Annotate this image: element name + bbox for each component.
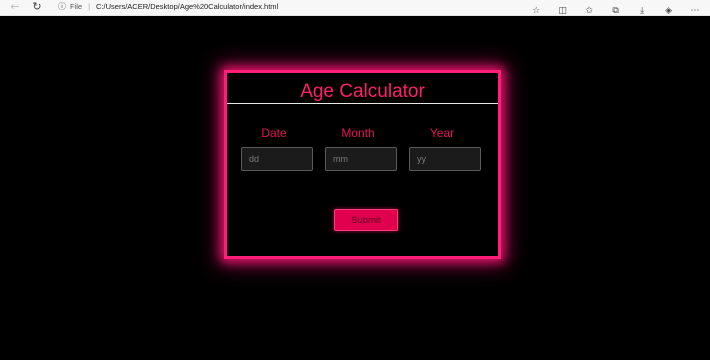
age-calculator-card: Age Calculator Date Month Year Submit xyxy=(224,70,501,259)
info-icon[interactable]: ⓘ xyxy=(58,2,66,11)
browser-toolbar: ← ↻ ⓘ File | C:/Users/ACER/Desktop/Age%20Ca… xyxy=(0,0,710,16)
more-icon[interactable]: ⋯ xyxy=(684,4,706,18)
toolbar-actions: ☆ ◫ ✩ ⧉ ⤓ ◈ ⋯ xyxy=(525,0,706,16)
submit-button[interactable]: Submit xyxy=(334,209,398,231)
year-input[interactable] xyxy=(409,147,481,171)
title-divider xyxy=(227,103,498,104)
refresh-icon[interactable]: ↻ xyxy=(30,0,44,14)
address-protocol: File xyxy=(70,2,83,11)
address-bar[interactable]: ⓘ File | C:/Users/ACER/Desktop/Age%20Calcul… xyxy=(58,0,278,14)
page-title: Age Calculator xyxy=(300,81,425,102)
month-input[interactable] xyxy=(325,147,397,171)
favorite-star-icon[interactable]: ☆ xyxy=(525,4,547,18)
back-icon[interactable]: ← xyxy=(8,0,22,14)
date-input[interactable] xyxy=(241,147,313,171)
downloads-icon[interactable]: ⤓ xyxy=(631,4,653,18)
month-label: Month xyxy=(341,126,375,140)
split-screen-icon[interactable]: ◫ xyxy=(552,4,574,18)
year-label: Year xyxy=(429,126,455,140)
address-url: C:/Users/ACER/Desktop/Age%20Calculator/i… xyxy=(96,2,279,11)
date-label: Date xyxy=(261,126,287,140)
favorites-icon[interactable]: ✩ xyxy=(578,4,600,18)
extension-icon[interactable]: ◈ xyxy=(658,4,680,18)
address-separator: | xyxy=(88,2,91,11)
collections-icon[interactable]: ⧉ xyxy=(605,4,627,18)
